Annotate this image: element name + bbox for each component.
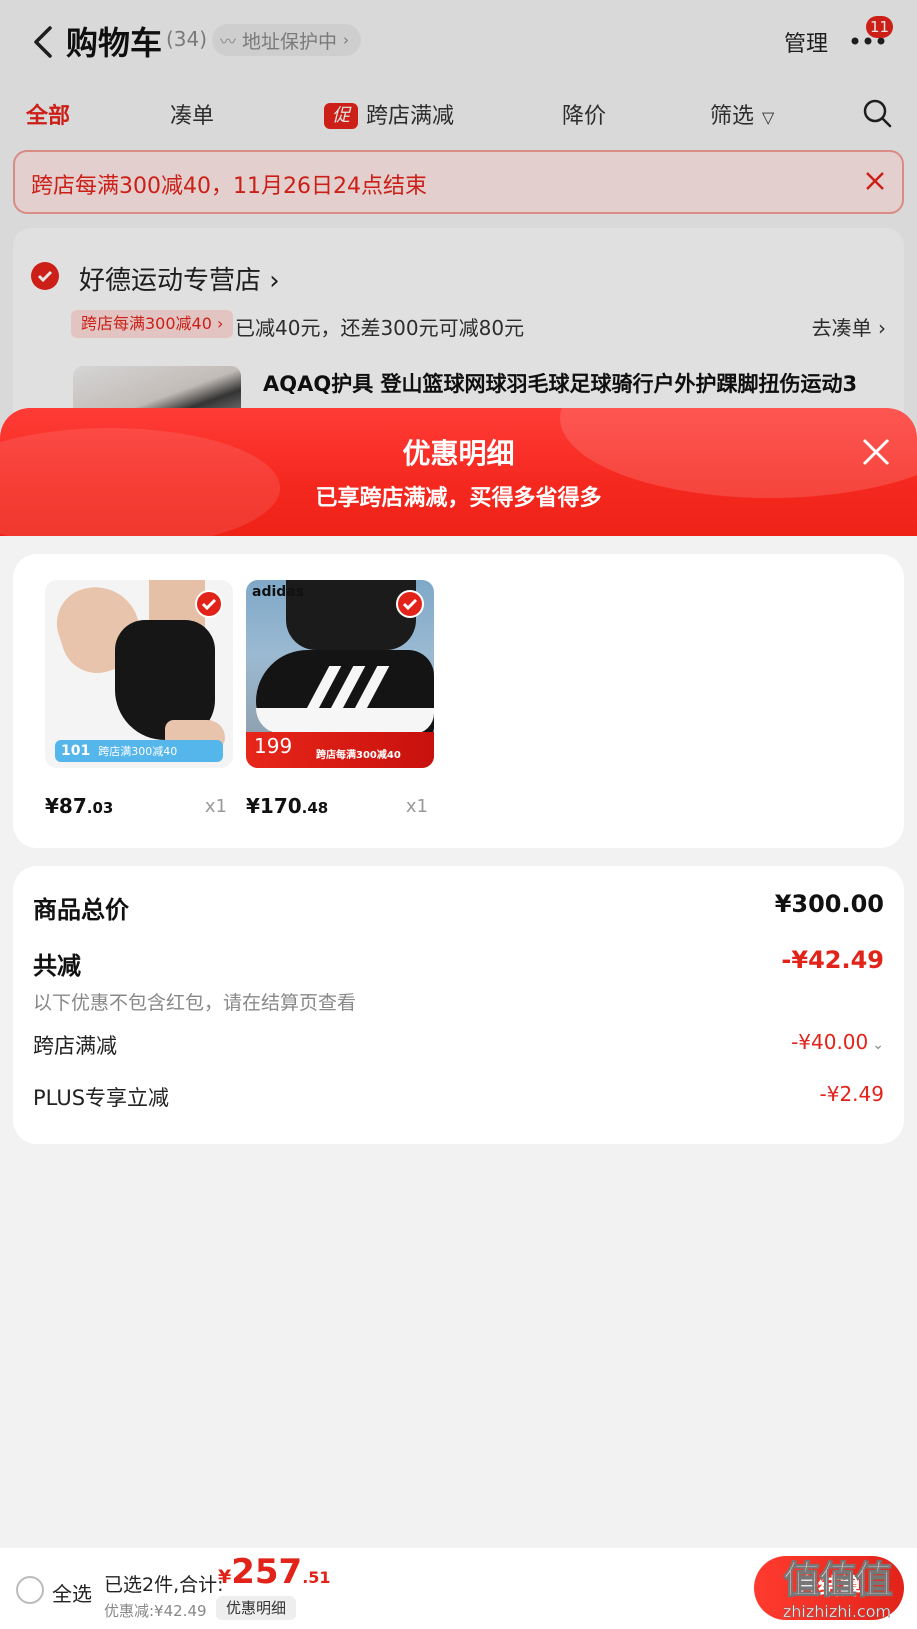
cross-store-label: 跨店满减 (33, 1034, 117, 1058)
product-price: ¥170.48 (246, 794, 328, 818)
chevron-down-icon: ⌄ (872, 1037, 884, 1053)
price-decimal: .03 (86, 799, 114, 817)
total-decimal: .51 (302, 1568, 331, 1587)
product-item[interactable]: adidas 199 跨店每满300减40 ¥170.48 x1 (246, 580, 434, 818)
image-tag-price: 199 (254, 734, 293, 758)
watermark-url: zhizhizhi.com (782, 1602, 892, 1621)
plus-discount-label: PLUS专享立减 (33, 1086, 170, 1110)
product-checkbox[interactable] (195, 590, 223, 618)
image-promo-strip: 101 跨店满300减40 (55, 740, 223, 762)
discount-detail-chip[interactable]: 优惠明细 (216, 1596, 297, 1620)
total-price-label: 商品总价 (33, 896, 129, 924)
sheet-subtitle: 已享跨店满减，买得多省得多 (315, 486, 602, 511)
site-watermark: 值值值 zhizhizhi.com (762, 1558, 912, 1628)
ankle-brace-image[interactable]: 101 跨店满300减40 (45, 580, 233, 768)
discount-sheet-header: 优惠明细 已享跨店满减，买得多省得多 (0, 408, 917, 536)
price-integer: ¥170 (246, 794, 302, 818)
pants-shape (286, 580, 416, 650)
selected-info: 已选2件,合计: (104, 1574, 224, 1596)
select-all-radio[interactable] (16, 1576, 44, 1604)
cross-store-value-toggle[interactable]: -¥40.00 ⌄ (791, 1030, 884, 1054)
select-all-label[interactable]: 全选 (52, 1578, 92, 1607)
product-quantity: x1 (405, 796, 428, 817)
image-promo-strip: 199 跨店每满300减40 (246, 732, 434, 768)
price-decimal: .48 (301, 799, 329, 817)
total-amount: ¥257.51 (218, 1552, 331, 1592)
total-currency: ¥ (218, 1566, 232, 1588)
product-item[interactable]: 101 跨店满300减40 ¥87.03 x1 (45, 580, 233, 818)
cross-store-value: -¥40.00 (791, 1030, 869, 1054)
reduce-note: 以下优惠不包含红包，请在结算页查看 (33, 992, 357, 1014)
price-integer: ¥87 (45, 794, 87, 818)
price-summary-card: 商品总价 ¥300.00 共减 -¥42.49 以下优惠不包含红包，请在结算页查… (13, 866, 904, 1144)
check-icon (402, 598, 418, 611)
checkout-bar: 全选 已选2件,合计: ¥257.51 优惠减:¥42.49 优惠明细 去结算 … (0, 1548, 917, 1629)
brand-logo: adidas (252, 584, 305, 600)
watermark-logo: 值值值 (782, 1558, 893, 1603)
total-integer: 257 (231, 1552, 303, 1592)
image-tag-text: 跨店满300减40 (98, 745, 178, 758)
dim-overlay[interactable] (0, 0, 917, 430)
product-price: ¥87.03 (45, 794, 113, 818)
cart-page-background: 购物车 (34) 〰 地址保护中 › 管理 11 全部 凑单 促跨店满减 降价 … (0, 0, 917, 448)
check-icon (201, 598, 217, 611)
image-tag-text: 跨店每满300减40 (316, 750, 401, 761)
total-reduce-label: 共减 (33, 952, 81, 980)
product-quantity: x1 (204, 796, 227, 817)
selected-products-card: 101 跨店满300减40 ¥87.03 x1 adidas 199 跨店每满30… (13, 554, 904, 848)
total-reduce-value: -¥42.49 (781, 946, 884, 974)
image-tag-price: 101 (61, 743, 91, 759)
close-icon[interactable] (860, 436, 892, 468)
total-price-value: ¥300.00 (774, 890, 884, 918)
plus-discount-value: -¥2.49 (819, 1082, 884, 1106)
discount-amount: 优惠减:¥42.49 (104, 1602, 207, 1620)
product-checkbox[interactable] (396, 590, 424, 618)
sole-shape (256, 708, 434, 734)
sheet-title: 优惠明细 (402, 437, 515, 470)
sneaker-image[interactable]: adidas 199 跨店每满300减40 (246, 580, 434, 768)
